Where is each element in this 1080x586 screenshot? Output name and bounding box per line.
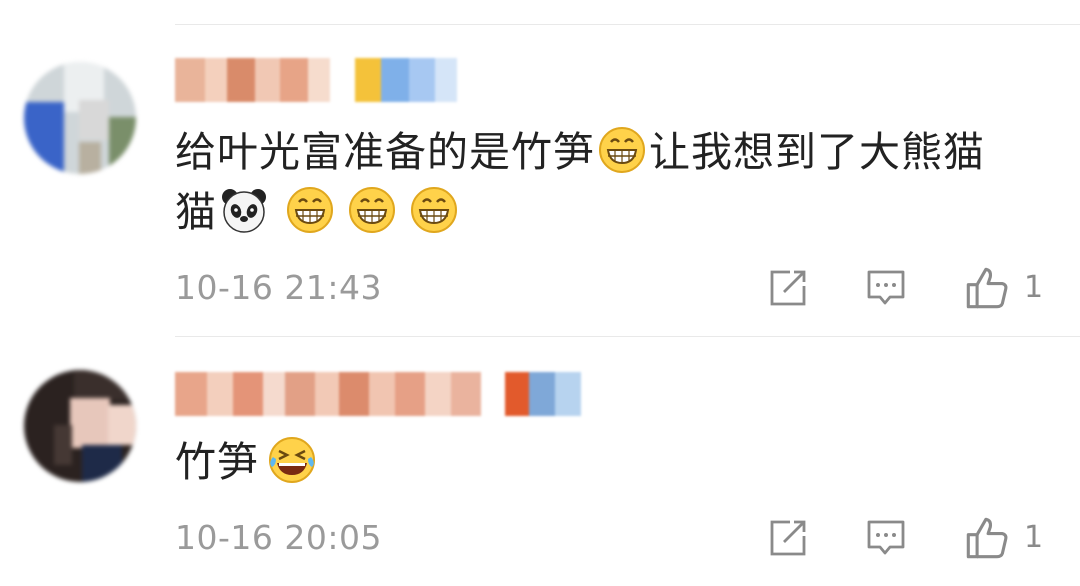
like-icon[interactable] [965, 266, 1009, 310]
divider-top [175, 24, 1080, 25]
like-count: 1 [1024, 520, 1044, 555]
share-icon[interactable] [768, 268, 808, 308]
username-blurred[interactable] [175, 58, 465, 102]
panda-icon [222, 189, 266, 233]
comment-text: 竹笋 [175, 432, 1035, 492]
avatar[interactable] [24, 62, 136, 174]
comment-text-part: 猫 [175, 188, 217, 236]
comment-text: 给叶光富准备的是竹笋 让我想到了大熊猫 猫 [175, 122, 1035, 242]
divider [175, 336, 1080, 337]
comment-icon[interactable] [866, 518, 906, 558]
timestamp: 10-16 20:05 [175, 518, 382, 557]
comment-text-part: 给叶光富准备的是竹笋 [175, 128, 595, 176]
laughing-tears-face-icon [269, 437, 315, 483]
comment-text-part: 竹笋 [175, 438, 259, 486]
username-blurred[interactable] [175, 372, 595, 416]
comment-text-part: 让我想到了大熊猫 [649, 128, 985, 176]
comment-icon[interactable] [866, 268, 906, 308]
like-icon[interactable] [965, 516, 1009, 560]
grinning-face-icon [349, 187, 395, 233]
grinning-face-icon [287, 187, 333, 233]
share-icon[interactable] [768, 518, 808, 558]
grinning-face-icon [411, 187, 457, 233]
grinning-face-icon [599, 127, 645, 173]
timestamp: 10-16 21:43 [175, 268, 382, 307]
like-count: 1 [1024, 270, 1044, 305]
avatar[interactable] [24, 370, 136, 482]
